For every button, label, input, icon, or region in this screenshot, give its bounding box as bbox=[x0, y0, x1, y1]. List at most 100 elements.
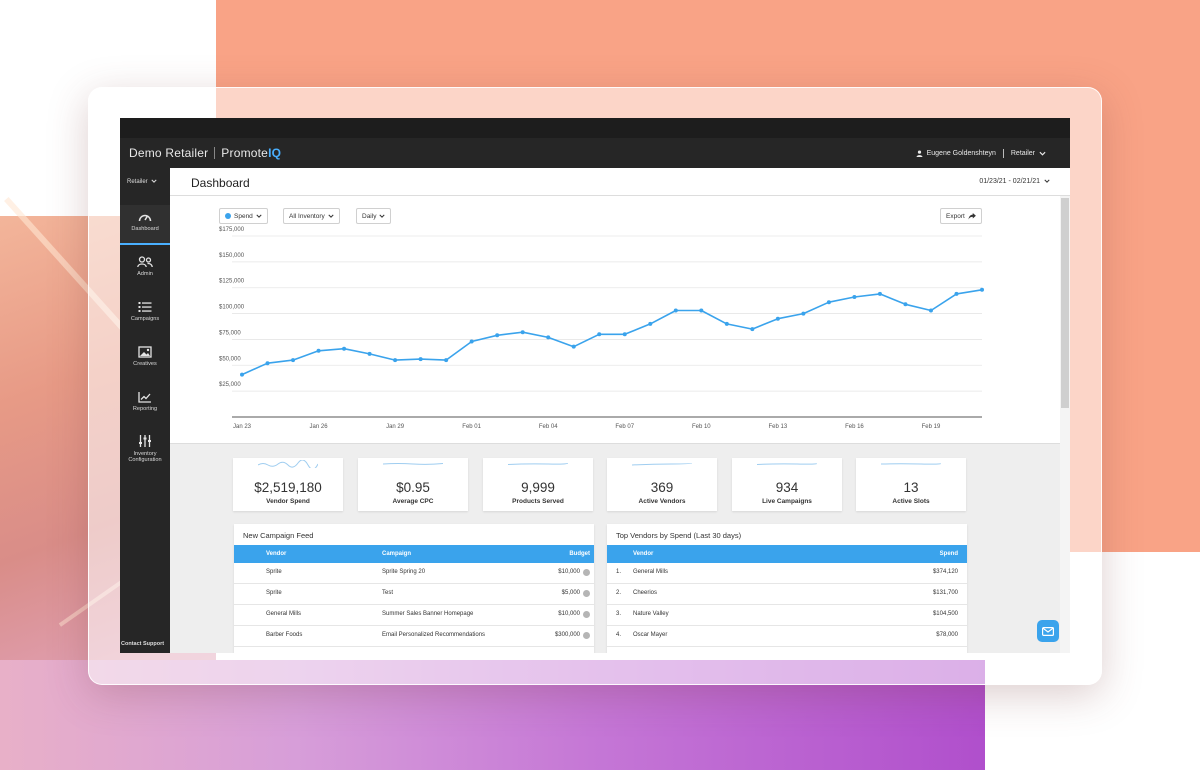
y-tick-label: $150,000 bbox=[219, 253, 245, 259]
data-point bbox=[903, 302, 908, 307]
table-row[interactable]: 4. Oscar Mayer $78,000 bbox=[607, 626, 967, 647]
chart-panel: Spend All Inventory Daily Export $25,000… bbox=[170, 196, 1060, 444]
budget-cell: $300,000 bbox=[554, 632, 580, 638]
table-row[interactable]: Sprite Test $5,000 bbox=[234, 584, 594, 605]
top-vendors-table: Top Vendors by Spend (Last 30 days) Vend… bbox=[607, 524, 967, 653]
message-button[interactable] bbox=[1037, 620, 1059, 642]
data-point bbox=[291, 358, 296, 363]
data-point bbox=[648, 321, 653, 326]
kpi-label: Active Vendors bbox=[638, 498, 686, 505]
data-point bbox=[750, 327, 755, 332]
sidebar-item-admin[interactable]: Admin bbox=[120, 250, 170, 290]
campaign-cell[interactable]: Sprite Spring 20 bbox=[382, 569, 425, 575]
column-header[interactable]: Spend bbox=[940, 551, 958, 557]
contact-support-link[interactable]: Contact Support bbox=[121, 641, 164, 647]
data-point bbox=[367, 351, 372, 356]
info-icon[interactable] bbox=[583, 611, 590, 618]
budget-cell: $10,000 bbox=[558, 611, 580, 617]
budget-cell: $10,000 bbox=[558, 569, 580, 575]
info-icon[interactable] bbox=[583, 632, 590, 639]
kpi-card-active-slots: 13 Active Slots bbox=[856, 458, 966, 511]
data-point bbox=[980, 287, 984, 292]
vendor-cell[interactable]: Oscar Mayer bbox=[633, 632, 667, 638]
sliders-icon bbox=[139, 435, 151, 447]
y-tick-label: $100,000 bbox=[219, 305, 245, 311]
sidebar-item-label: Creatives bbox=[133, 361, 157, 367]
table-header: Vendor Campaign Budget bbox=[234, 545, 594, 563]
sidebar-item-creatives[interactable]: Creatives bbox=[120, 340, 170, 380]
data-point bbox=[597, 332, 602, 337]
brand-logo[interactable]: Demo Retailer PromoteIQ bbox=[129, 146, 281, 160]
data-point bbox=[342, 346, 347, 351]
top-bar: Demo Retailer PromoteIQ Eugene Goldenshte… bbox=[120, 138, 1070, 168]
scrollbar-thumb[interactable] bbox=[1061, 198, 1069, 408]
vendor-cell[interactable]: General Mills bbox=[633, 569, 668, 575]
vendor-cell[interactable]: Cheerios bbox=[633, 590, 657, 596]
data-point bbox=[928, 308, 933, 313]
sidebar-item-dashboard[interactable]: Dashboard bbox=[120, 205, 170, 245]
sidebar-item-label: Admin bbox=[137, 271, 153, 277]
sidebar-item-label: Reporting bbox=[132, 406, 158, 412]
table-row[interactable]: 1. General Mills $374,120 bbox=[607, 563, 967, 584]
data-point bbox=[393, 358, 398, 363]
kpi-card-average-cpc: $0.95 Average CPC bbox=[358, 458, 468, 511]
column-header[interactable]: Campaign bbox=[382, 551, 411, 557]
chevron-down-icon[interactable] bbox=[1039, 151, 1046, 156]
image-icon bbox=[138, 346, 152, 358]
sidebar-role-selector[interactable]: Retailer bbox=[127, 179, 157, 185]
data-point bbox=[418, 357, 423, 362]
data-point bbox=[699, 308, 704, 313]
x-tick-label: Jan 26 bbox=[310, 424, 329, 430]
table-row[interactable]: 3. Nature Valley $104,500 bbox=[607, 605, 967, 626]
campaign-feed-table: New Campaign Feed Vendor Campaign Budget… bbox=[234, 524, 594, 653]
table-row[interactable]: Barber Foods Email Personalized Recommen… bbox=[234, 626, 594, 647]
chevron-down-icon bbox=[151, 179, 157, 183]
table-row[interactable]: Sprite Sprite Spring 20 $10,000 bbox=[234, 563, 594, 584]
data-point bbox=[954, 291, 959, 296]
campaign-cell[interactable]: Test bbox=[382, 590, 393, 596]
kpi-sparkline bbox=[383, 463, 443, 465]
info-icon[interactable] bbox=[583, 590, 590, 597]
column-header[interactable]: Budget bbox=[569, 551, 590, 557]
table-row[interactable]: 2. Cheerios $131,700 bbox=[607, 584, 967, 605]
kpi-value: 369 bbox=[650, 480, 674, 495]
spend-cell: $104,500 bbox=[932, 611, 958, 617]
data-point bbox=[877, 291, 882, 296]
kpi-card-live-campaigns: 934 Live Campaigns bbox=[732, 458, 842, 511]
kpi-label: Vendor Spend bbox=[266, 498, 310, 505]
data-point bbox=[469, 339, 474, 344]
sidebar-item-label: Dashboard bbox=[131, 226, 159, 232]
kpi-sparkline bbox=[508, 462, 568, 465]
vendor-cell: Sprite bbox=[266, 590, 282, 596]
table-header: Vendor Spend bbox=[607, 545, 967, 563]
x-tick-label: Feb 01 bbox=[462, 424, 481, 430]
column-header[interactable]: Vendor bbox=[633, 551, 653, 557]
vendor-cell[interactable]: Nature Valley bbox=[633, 611, 669, 617]
page-title: Dashboard bbox=[191, 176, 250, 190]
date-range-picker[interactable]: 01/23/21 - 02/21/21 bbox=[979, 178, 1050, 185]
chart-icon bbox=[138, 392, 151, 403]
sidebar-item-inventory-configuration[interactable]: Inventory Configuration bbox=[120, 428, 170, 472]
user-name[interactable]: Eugene Goldenshteyn bbox=[927, 150, 996, 157]
campaign-cell[interactable]: Summer Sales Banner Homepage bbox=[382, 611, 473, 617]
info-icon[interactable] bbox=[583, 569, 590, 576]
column-header[interactable]: Vendor bbox=[266, 551, 286, 557]
sidebar-item-campaigns[interactable]: Campaigns bbox=[120, 295, 170, 335]
sidebar-item-label: Campaigns bbox=[130, 316, 160, 322]
spend-cell: $131,700 bbox=[932, 590, 958, 596]
rank-cell: 4. bbox=[616, 632, 622, 638]
table-row[interactable]: General Mills Summer Sales Banner Homepa… bbox=[234, 605, 594, 626]
data-point bbox=[316, 348, 321, 353]
sidebar-item-reporting[interactable]: Reporting bbox=[120, 385, 170, 425]
envelope-icon bbox=[1042, 626, 1054, 636]
role-selector[interactable]: Retailer bbox=[1011, 150, 1035, 157]
data-point bbox=[622, 332, 627, 337]
x-tick-label: Feb 07 bbox=[615, 424, 634, 430]
data-point bbox=[852, 295, 857, 300]
data-point bbox=[240, 372, 244, 377]
data-point bbox=[495, 333, 500, 338]
data-point bbox=[775, 316, 780, 321]
campaign-cell[interactable]: Email Personalized Recommendations bbox=[382, 632, 485, 638]
chevron-down-icon bbox=[1044, 179, 1050, 183]
data-point bbox=[826, 300, 831, 305]
